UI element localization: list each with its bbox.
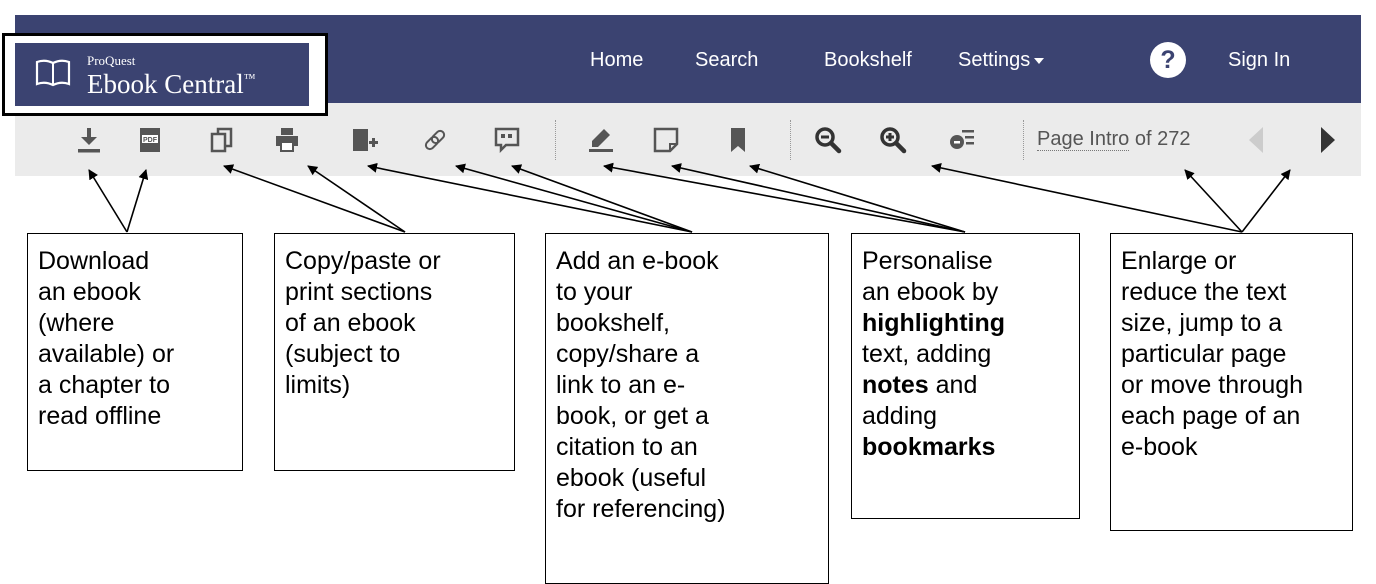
callout-line: read offline: [38, 402, 162, 430]
callout-line: limits): [285, 371, 351, 399]
arrow-note: [671, 163, 966, 233]
callout-line: for referencing): [556, 495, 726, 523]
callout-line: bookmarks: [862, 432, 1070, 463]
callout-line: particular page: [1121, 340, 1287, 368]
callout-line: Copy/paste or: [285, 247, 441, 275]
callout-line: an ebook: [38, 278, 141, 306]
callout-line: a chapter to: [38, 371, 171, 399]
arrow-citation: [511, 164, 693, 233]
callout-line: link to an e-: [556, 371, 686, 399]
arrow-next: [1241, 169, 1291, 233]
callout-line: bookshelf,: [556, 309, 670, 337]
arrow-print: [307, 165, 406, 233]
callout-line: an ebook by: [862, 278, 999, 306]
callout-line: book, or get a: [556, 402, 709, 430]
arrow-download: [88, 169, 128, 233]
callout-line: reduce the text: [1121, 278, 1287, 306]
callout-line: adding: [862, 402, 938, 430]
callout-line: highlighting: [862, 308, 1070, 339]
callout-line: print sections: [285, 278, 433, 306]
arrow-add-bookshelf: [367, 162, 693, 233]
callout-line: ebook (useful: [556, 464, 707, 492]
callout-line: citation to an: [556, 433, 698, 461]
callout-line: available) or: [38, 340, 175, 368]
callout-line: Download: [38, 247, 150, 275]
callout-line: of an ebook: [285, 309, 416, 337]
callout-line: Add an e-book: [556, 247, 719, 275]
callout-text: and: [928, 371, 978, 399]
callout-line: or move through: [1121, 371, 1304, 399]
arrow-pdf: [126, 169, 149, 233]
callout-line: Enlarge or: [1121, 247, 1237, 275]
callout-line: each page of an: [1121, 402, 1301, 430]
callout-navigate: Enlarge or reduce the text size, jump to…: [1110, 233, 1353, 531]
callout-add-share: Add an e-book to your bookshelf, copy/sh…: [545, 233, 829, 584]
arrow-copy: [223, 164, 406, 233]
callout-line: (where: [38, 309, 115, 337]
notes-keyword: notes: [862, 371, 929, 399]
highlighting-keyword: highlighting: [862, 309, 1006, 337]
callout-line: e-book: [1121, 433, 1198, 461]
callout-line: (subject to: [285, 340, 401, 368]
callout-line: notes and: [862, 370, 1070, 401]
callout-download: Download an ebook (where available) or a…: [27, 233, 243, 471]
arrow-zoom: [931, 162, 1243, 233]
bookmarks-keyword: bookmarks: [862, 433, 996, 461]
callout-personalise: Personalise an ebook by highlighting tex…: [851, 233, 1080, 519]
callout-copy-print: Copy/paste or print sections of an ebook…: [274, 233, 515, 471]
callout-line: text, adding: [862, 340, 992, 368]
callout-line: size, jump to a: [1121, 309, 1283, 337]
callout-line: Personalise: [862, 247, 993, 275]
callout-line: to your: [556, 278, 633, 306]
arrow-page: [1184, 169, 1243, 233]
callout-line: copy/share a: [556, 340, 700, 368]
